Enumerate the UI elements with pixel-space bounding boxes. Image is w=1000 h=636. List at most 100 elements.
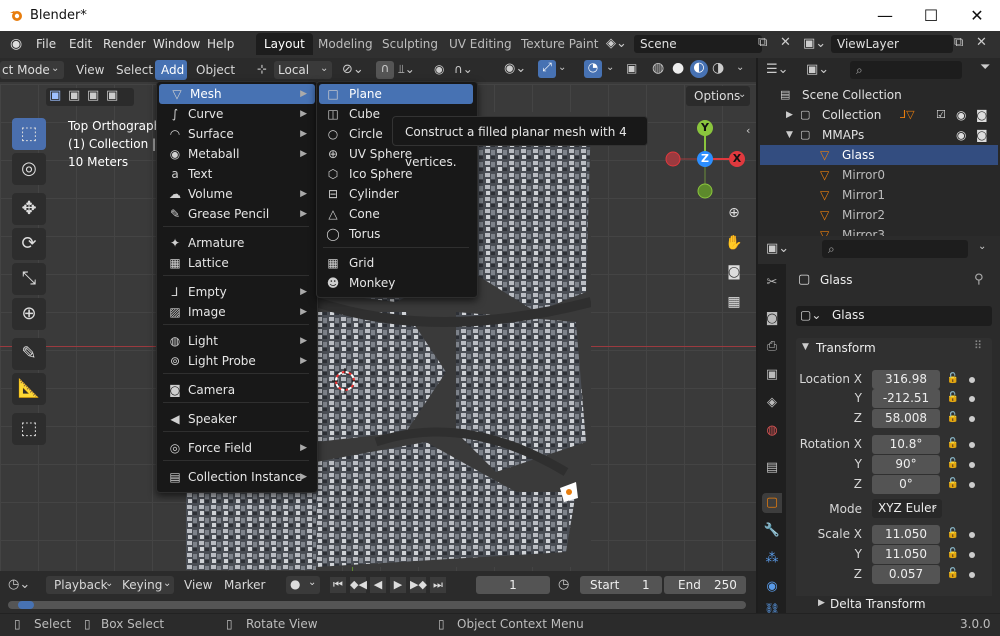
outliner-row-mirror2[interactable]: ▽ Mirror2 [760, 205, 998, 225]
menu-select[interactable]: Select [116, 63, 153, 77]
menu-help[interactable]: Help [207, 37, 234, 51]
editor-type-icon[interactable]: ☰⌄ [766, 62, 789, 77]
gizmo-y-axis[interactable]: Y [697, 120, 713, 136]
mode-dropdown[interactable]: ct Mode ⌄ [0, 61, 64, 79]
camera-view-icon[interactable]: ◙ [724, 264, 744, 284]
stopwatch-icon[interactable]: ◷ [558, 577, 569, 592]
add-menu-item-force-field[interactable]: ◎ Force Field ▶ [157, 438, 315, 458]
pivot-point-icon[interactable]: ⊘⌄ [342, 62, 364, 77]
render-camera-icon[interactable]: ◙ [976, 105, 988, 125]
mesh-menu-item-cylinder[interactable]: ⊟ Cylinder [319, 184, 473, 204]
outliner-row-mmaps[interactable]: ▼ ▢ MMAPs ◉ ◙ [760, 125, 998, 145]
lock-icon[interactable]: 🔓 [946, 373, 960, 387]
transform-tool-icon[interactable]: ⊕ [12, 298, 46, 330]
add-menu-item-mesh[interactable]: ▽ Mesh ▶ [159, 84, 315, 104]
keyframe-dot[interactable] [969, 482, 975, 488]
eye-icon[interactable]: ◉ [956, 105, 966, 125]
lock-icon[interactable]: 🔓 [946, 548, 960, 562]
prev-keyframe-icon[interactable]: ◆◀ [350, 577, 367, 593]
xray-icon[interactable]: ▣ [626, 61, 637, 75]
lock-icon[interactable]: 🔓 [946, 478, 960, 492]
outliner-row-mirror1[interactable]: ▽ Mirror1 [760, 185, 998, 205]
mesh-menu-item-plane[interactable]: □ Plane [319, 84, 473, 104]
playback-dropdown[interactable]: Playback [54, 578, 108, 592]
rotation-x-field[interactable]: 10.8° [872, 435, 940, 454]
view-layer-tab-icon[interactable]: ▣ [762, 365, 782, 385]
timeline-playhead[interactable] [18, 601, 34, 609]
rotate-tool-icon[interactable]: ⟳ [12, 228, 46, 260]
scale-tool-icon[interactable]: ⤡ [12, 263, 46, 295]
select-box-tool-icon[interactable]: ⬚ [12, 118, 46, 150]
proportional-edit-icon[interactable]: ◉ [434, 62, 444, 76]
scale-z-field[interactable]: 0.057 [872, 565, 940, 584]
add-menu-item-collection-instance[interactable]: ▤ Collection Instance ▶ [157, 467, 315, 487]
view-layer-field[interactable]: ViewLayer [831, 35, 953, 53]
add-menu-item-light[interactable]: ◍ Light ▶ [157, 331, 315, 351]
mesh-menu-item-torus[interactable]: ◯ Torus [319, 224, 473, 244]
object-name-field[interactable]: ▢⌄ Glass [796, 306, 992, 326]
chevron-down-icon[interactable]: ⌄ [558, 62, 566, 73]
add-menu-item-curve[interactable]: ∫ Curve ▶ [157, 104, 315, 124]
menu-file[interactable]: File [36, 37, 56, 51]
menu-render[interactable]: Render [103, 37, 146, 51]
menu-object[interactable]: Object [196, 63, 235, 77]
lock-icon[interactable]: 🔓 [946, 392, 960, 406]
menu-add-active[interactable]: Add [155, 60, 187, 80]
chevron-down-icon[interactable]: ⌄ [978, 241, 986, 252]
tab-modeling[interactable]: Modeling [310, 33, 381, 55]
3d-cursor-icon[interactable] [332, 368, 358, 394]
scale-x-field[interactable]: 11.050 [872, 525, 940, 544]
tab-texture-paint[interactable]: Texture Paint [513, 33, 606, 55]
select-new-icon[interactable]: ▣ [49, 88, 61, 103]
mesh-menu-item-grid[interactable]: ▦ Grid [319, 253, 473, 273]
options-dropdown[interactable]: Options ⌄ [686, 86, 750, 106]
keyframe-dot[interactable] [969, 416, 975, 422]
gizmo-x-axis[interactable]: X [729, 151, 745, 167]
collapse-icon[interactable]: ▼ [786, 125, 793, 145]
add-menu-item-metaball[interactable]: ◉ Metaball ▶ [157, 144, 315, 164]
keyframe-dot[interactable] [969, 532, 975, 538]
object-tab-icon[interactable]: ▢ [762, 493, 782, 513]
chevron-down-icon[interactable]: ⌄ [736, 62, 744, 73]
tool-tab-icon[interactable]: ✂ [762, 273, 782, 293]
move-tool-icon[interactable]: ✥ [12, 193, 46, 225]
next-keyframe-icon[interactable]: ▶◆ [410, 577, 427, 593]
constraints-tab-icon[interactable]: ⛓ [762, 601, 782, 613]
cursor-tool-icon[interactable]: ◎ [12, 153, 46, 185]
add-menu-item-lattice[interactable]: ▦ Lattice [157, 253, 315, 273]
menu-window[interactable]: Window [153, 37, 200, 51]
add-menu-item-grease-pencil[interactable]: ✎ Grease Pencil ▶ [157, 204, 315, 224]
properties-search-input[interactable]: ⌕ [822, 240, 968, 258]
rotation-z-field[interactable]: 0° [872, 475, 940, 494]
jump-end-icon[interactable]: ⏭ [430, 577, 446, 593]
visibility-icon[interactable]: ◉⌄ [504, 61, 526, 76]
outliner-row-mirror0[interactable]: ▽ Mirror0 [760, 165, 998, 185]
keyframe-dot[interactable] [969, 462, 975, 468]
measure-tool-icon[interactable]: 📐 [12, 373, 46, 405]
output-tab-icon[interactable]: ⎙ [762, 337, 782, 357]
filter-icon[interactable]: ⏷ [980, 60, 990, 75]
snap-icon[interactable]: ∩ [376, 61, 394, 79]
timeline-scrollbar[interactable] [8, 601, 746, 609]
location-y-field[interactable]: -212.51 [872, 389, 940, 408]
rendered-shading-icon[interactable]: ◑ [712, 60, 724, 76]
chevron-down-icon[interactable]: ⌄ [163, 578, 171, 589]
eye-icon[interactable]: ◉ [956, 125, 966, 145]
timeline-view-menu[interactable]: View [184, 578, 212, 592]
delete-scene-icon[interactable]: ✕ [780, 35, 791, 50]
select-subtract-icon[interactable]: ▣ [87, 88, 99, 103]
particles-tab-icon[interactable]: ⁂ [762, 549, 782, 569]
delete-view-layer-icon[interactable]: ✕ [976, 35, 987, 50]
rotation-mode-dropdown[interactable]: XYZ Euler ⌄ [872, 499, 942, 518]
render-camera-icon[interactable]: ◙ [976, 125, 988, 145]
end-frame-field[interactable]: End 250 [664, 576, 746, 594]
mesh-menu-item-cone[interactable]: △ Cone [319, 204, 473, 224]
add-cube-tool-icon[interactable]: ⬚ [12, 413, 46, 445]
overlays-toggle-icon[interactable]: ◔ [584, 60, 602, 78]
lock-icon[interactable]: 🔓 [946, 528, 960, 542]
outliner-row-collection[interactable]: ▶ ▢ Collection ⅃▽ ☑ ◉ ◙ [760, 105, 998, 125]
close-button[interactable]: ✕ [954, 0, 1000, 31]
scale-y-field[interactable]: 11.050 [872, 545, 940, 564]
falloff-icon[interactable]: ∩⌄ [454, 62, 473, 76]
blender-menu-icon[interactable]: ◉ [10, 36, 22, 52]
